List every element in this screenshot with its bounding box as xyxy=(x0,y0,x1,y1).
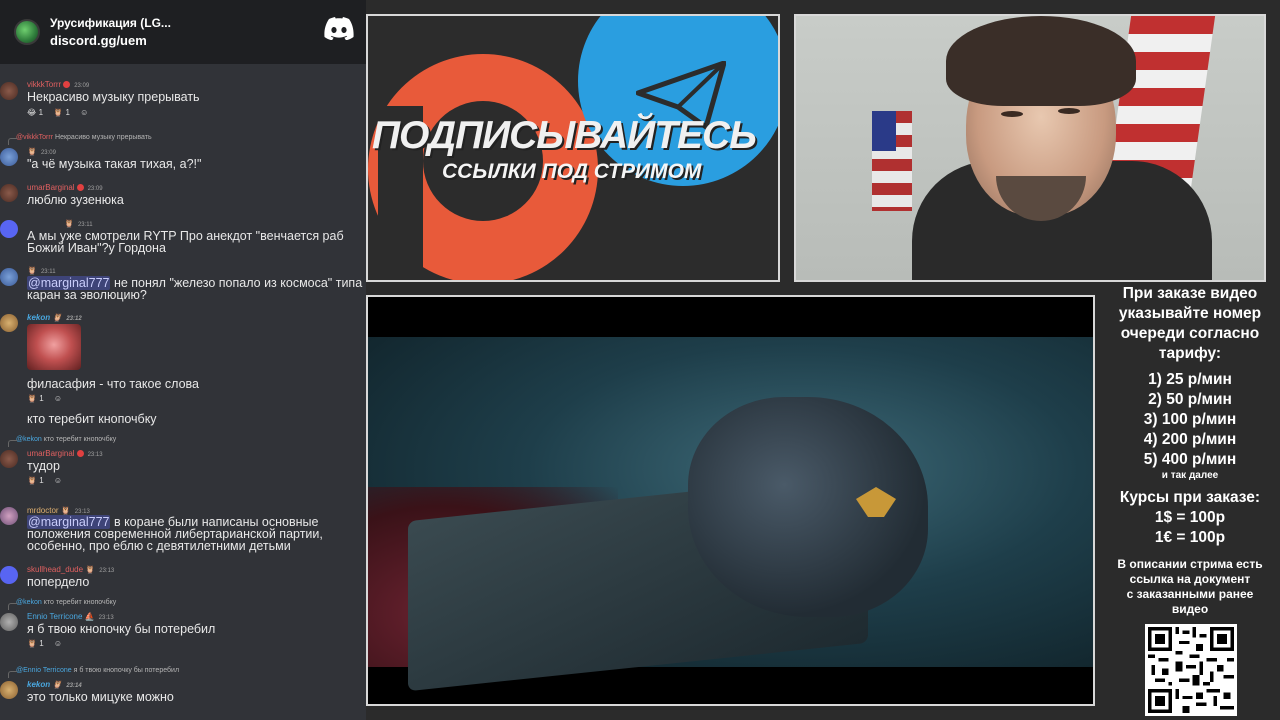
attached-image[interactable] xyxy=(27,324,81,370)
message-time: 23:13 xyxy=(98,615,114,621)
user-badge-icon: 🦉 xyxy=(52,313,63,322)
avatar[interactable] xyxy=(0,268,18,286)
avatar[interactable] xyxy=(0,220,18,238)
message-text: попердело xyxy=(27,575,90,589)
tariff-item: 2) 50 р/мин xyxy=(1148,391,1232,408)
server-icon xyxy=(14,19,40,45)
message-time: 23:13 xyxy=(87,452,103,458)
reactions: 🦉 1 ☺ xyxy=(27,476,70,485)
reply-preview[interactable]: @kekon кто теребит кнопочбку xyxy=(7,436,116,447)
message-text: @marginal777 в коране были написаны осно… xyxy=(27,515,323,553)
tariff-item: 5) 400 р/мин xyxy=(1143,451,1237,468)
avatar[interactable] xyxy=(0,184,18,202)
promo-subtitle: ССЫЛКИ ПОД СТРИМОМ xyxy=(442,160,702,183)
message-username[interactable]: Ennio Terricone xyxy=(27,612,82,621)
message-time: 23:09 xyxy=(87,186,103,192)
reaction-emote[interactable]: 🦉 1 xyxy=(27,639,44,648)
user-badge-icon: 🦉 xyxy=(27,147,37,156)
avatar[interactable] xyxy=(0,613,18,631)
message-text: "а чё музыка такая тихая, а?!" xyxy=(27,157,202,171)
user-badge-icon: 🦉 xyxy=(60,506,71,515)
exchange-rates: Курсы при заказе: 1$ = 100р 1€ = 100р xyxy=(1119,489,1261,546)
message-username[interactable]: umarBarginal xyxy=(27,183,75,192)
badge-icon xyxy=(63,81,71,89)
subscribe-promo-card: ПОДПИСЫВАЙТЕСЬ ССЫЛКИ ПОД СТРИМОМ xyxy=(366,14,780,282)
video-hand xyxy=(688,397,928,617)
badge-icon xyxy=(76,184,84,192)
discord-chat-panel: Урусификация (LG... discord.gg/uem vikkk… xyxy=(0,0,366,720)
user-badge-icon: 🦉 xyxy=(52,680,63,689)
reactions: 🦉 1 ☺ xyxy=(27,639,70,648)
message-time: 23:09 xyxy=(74,83,90,89)
avatar[interactable] xyxy=(0,507,18,525)
avatar[interactable] xyxy=(0,566,18,584)
promo-title: ПОДПИСЫВАЙТЕСЬ xyxy=(372,114,757,157)
discord-logo-icon xyxy=(324,17,354,40)
message-username[interactable]: skullhead_dude xyxy=(27,565,83,574)
message-text: я б твою кнопочку бы потеребил xyxy=(27,622,216,636)
message-text: А мы уже смотрели RYTP Про анекдот "венч… xyxy=(27,229,344,255)
message-text: это только мицуке можно xyxy=(27,690,174,704)
add-reaction-icon[interactable]: ☺ xyxy=(54,639,62,648)
message-time: 23:12 xyxy=(66,316,82,322)
server-invite-link[interactable]: discord.gg/uem xyxy=(50,33,171,48)
message-time: 23:09 xyxy=(40,150,56,156)
server-name: Урусификация (LG... xyxy=(50,16,171,30)
message-username[interactable]: umarBarginal xyxy=(27,449,75,458)
avatar[interactable] xyxy=(0,82,18,100)
message-time: 23:14 xyxy=(66,683,82,689)
video-frame xyxy=(368,337,1093,692)
reaction-laugh[interactable]: 😂 1 xyxy=(27,108,43,117)
tariff-list: 1) 25 р/мин 2) 50 р/мин 3) 100 р/мин 4) … xyxy=(1102,370,1278,470)
webcam-feed xyxy=(794,14,1266,282)
qr-code[interactable] xyxy=(1145,624,1237,716)
user-badge-icon: 🦉 xyxy=(27,266,37,275)
streamer-hair xyxy=(946,16,1136,106)
reactions: 😂 1 🦉 1 ☺ xyxy=(27,108,96,117)
message-text: кто теребит кнопочбку xyxy=(27,412,157,426)
reaction-emote[interactable]: 🦉 1 xyxy=(27,394,44,403)
message-username[interactable]: kekon xyxy=(27,313,50,322)
message-time: 23:11 xyxy=(40,269,56,275)
reaction-emote[interactable]: 🦉 1 xyxy=(53,108,70,117)
reply-preview[interactable]: @vikkkTorrr Некрасиво музыку прерывать xyxy=(8,134,152,145)
badge-icon xyxy=(76,450,84,458)
order-intro: При заказе видео указывайте номер очеред… xyxy=(1118,285,1262,362)
user-badge-icon: 🦉 xyxy=(64,219,74,228)
message-text: Некрасиво музыку прерывать xyxy=(27,90,200,104)
video-player[interactable] xyxy=(366,295,1095,706)
avatar[interactable] xyxy=(0,314,18,332)
description-note: В описании стрима есть ссылка на докумен… xyxy=(1117,557,1263,616)
server-header[interactable]: Урусификация (LG... discord.gg/uem xyxy=(0,0,366,64)
reply-preview[interactable]: @Ennio Terricone я б твою кнопочку бы по… xyxy=(7,667,179,678)
add-reaction-icon[interactable]: ☺ xyxy=(80,108,88,117)
add-reaction-icon[interactable]: ☺ xyxy=(54,476,62,485)
avatar[interactable] xyxy=(0,681,18,699)
message-text: люблю зузенюка xyxy=(27,193,124,207)
and-more-note: и так далее xyxy=(1161,470,1219,481)
message-text: @marginal777 не понял "железо попало из … xyxy=(27,276,363,302)
reactions: 🦉 1 ☺ xyxy=(27,394,70,403)
message-time: 23:13 xyxy=(99,568,115,574)
message-text: тудор xyxy=(27,459,60,473)
message-time: 23:11 xyxy=(77,222,93,228)
message-username[interactable]: kekon xyxy=(27,680,50,689)
message-username[interactable]: mrdoctor xyxy=(27,506,59,515)
reply-preview[interactable]: @kekon кто теребит кнопочбку xyxy=(7,599,116,610)
tariff-item: 4) 200 р/мин xyxy=(1143,431,1237,448)
tariff-item: 1) 25 р/мин xyxy=(1148,371,1232,388)
user-badge-icon: 🦉 xyxy=(85,565,96,574)
order-info-panel: При заказе видео указывайте номер очеред… xyxy=(1102,284,1278,617)
message-text: филасафия - что такое слова xyxy=(27,377,199,391)
add-reaction-icon[interactable]: ☺ xyxy=(54,394,62,403)
tariff-item: 3) 100 р/мин xyxy=(1143,411,1237,428)
user-badge-icon: ⛵ xyxy=(84,612,95,621)
avatar[interactable] xyxy=(0,148,18,166)
message-username[interactable]: vikkkTorrr xyxy=(27,80,61,89)
reaction-emote[interactable]: 🦉 1 xyxy=(27,476,44,485)
avatar[interactable] xyxy=(0,450,18,468)
